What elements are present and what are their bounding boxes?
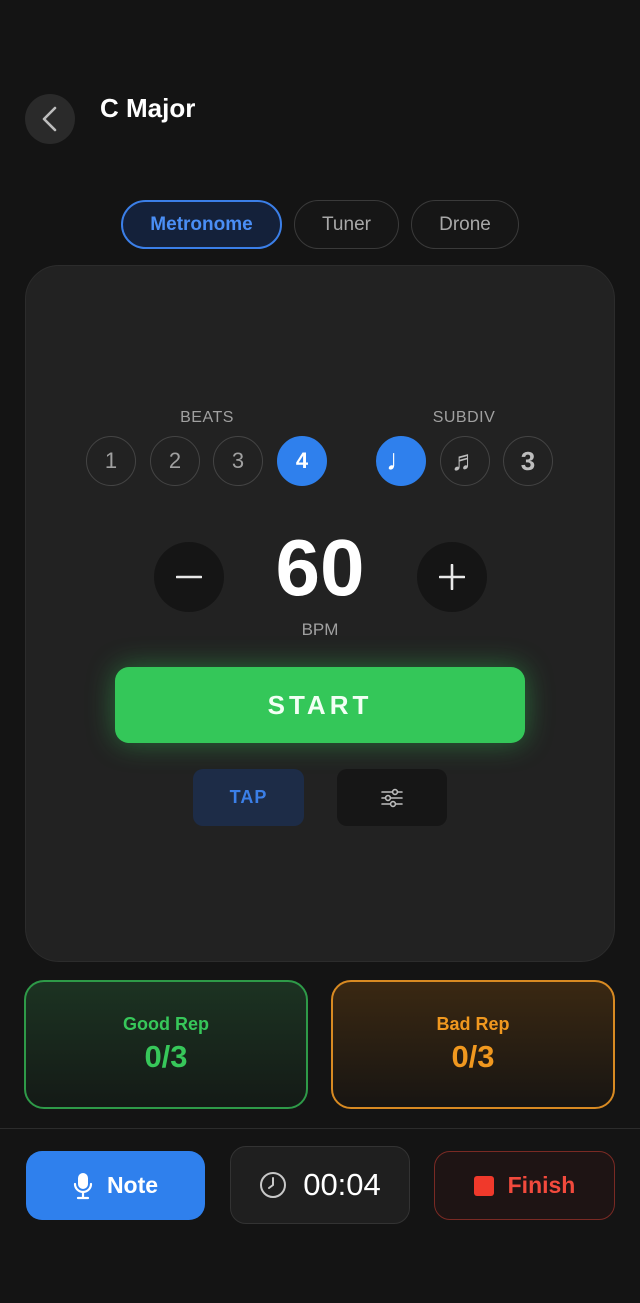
- timer-value: 00:04: [303, 1167, 381, 1202]
- bad-rep-label: Bad Rep: [436, 1014, 510, 1034]
- beat-option-1[interactable]: 1: [86, 436, 136, 486]
- tab-metronome[interactable]: Metronome: [121, 200, 282, 249]
- subdiv-eighth-button[interactable]: ♬: [440, 436, 490, 486]
- back-button[interactable]: [25, 94, 75, 144]
- decrease-bpm-button[interactable]: [154, 542, 224, 612]
- good-rep-value: 0/3: [144, 1039, 188, 1074]
- beat-option-2[interactable]: 2: [150, 436, 200, 486]
- triplet-icon: 3: [520, 445, 536, 476]
- microphone-icon: [73, 1172, 93, 1199]
- subdiv-label: SUBDIV: [432, 409, 496, 426]
- eighth-notes-icon: ♬: [451, 445, 479, 476]
- good-rep-counter[interactable]: Good Rep 0/3: [24, 980, 308, 1109]
- session-timer: 00:04: [230, 1146, 410, 1224]
- finish-button[interactable]: Finish: [434, 1151, 615, 1220]
- increase-bpm-button[interactable]: [417, 542, 487, 612]
- subdiv-quarter-button[interactable]: ♩: [376, 436, 426, 486]
- beat-option-4[interactable]: 4: [277, 436, 327, 486]
- clock-icon: [260, 1172, 287, 1198]
- plus-icon: [439, 564, 465, 590]
- quarter-note-icon: ♩: [386, 444, 416, 477]
- start-button[interactable]: START: [115, 667, 525, 743]
- sliders-icon: [381, 788, 403, 807]
- note-button[interactable]: Note: [26, 1151, 205, 1220]
- bpm-unit-label: BPM: [301, 620, 339, 639]
- minus-icon: [176, 575, 202, 579]
- tab-drone[interactable]: Drone: [411, 200, 519, 249]
- good-rep-label: Good Rep: [123, 1014, 209, 1034]
- chevron-left-icon: [42, 106, 57, 132]
- metronome-settings-button[interactable]: [337, 769, 447, 826]
- page-title: C Major: [100, 93, 196, 123]
- bad-rep-value: 0/3: [451, 1039, 495, 1074]
- bad-rep-counter[interactable]: Bad Rep 0/3: [331, 980, 615, 1109]
- stop-icon: [473, 1175, 494, 1196]
- beat-option-3[interactable]: 3: [213, 436, 263, 486]
- subdiv-triplet-button[interactable]: 3: [503, 436, 553, 486]
- footer-divider: [0, 1128, 640, 1129]
- beats-label: BEATS: [180, 409, 234, 426]
- tab-tuner[interactable]: Tuner: [294, 200, 399, 249]
- tap-tempo-button[interactable]: TAP: [193, 769, 304, 826]
- note-label: Note: [106, 1172, 159, 1198]
- bpm-value: 60: [275, 523, 365, 612]
- finish-label: Finish: [507, 1172, 576, 1198]
